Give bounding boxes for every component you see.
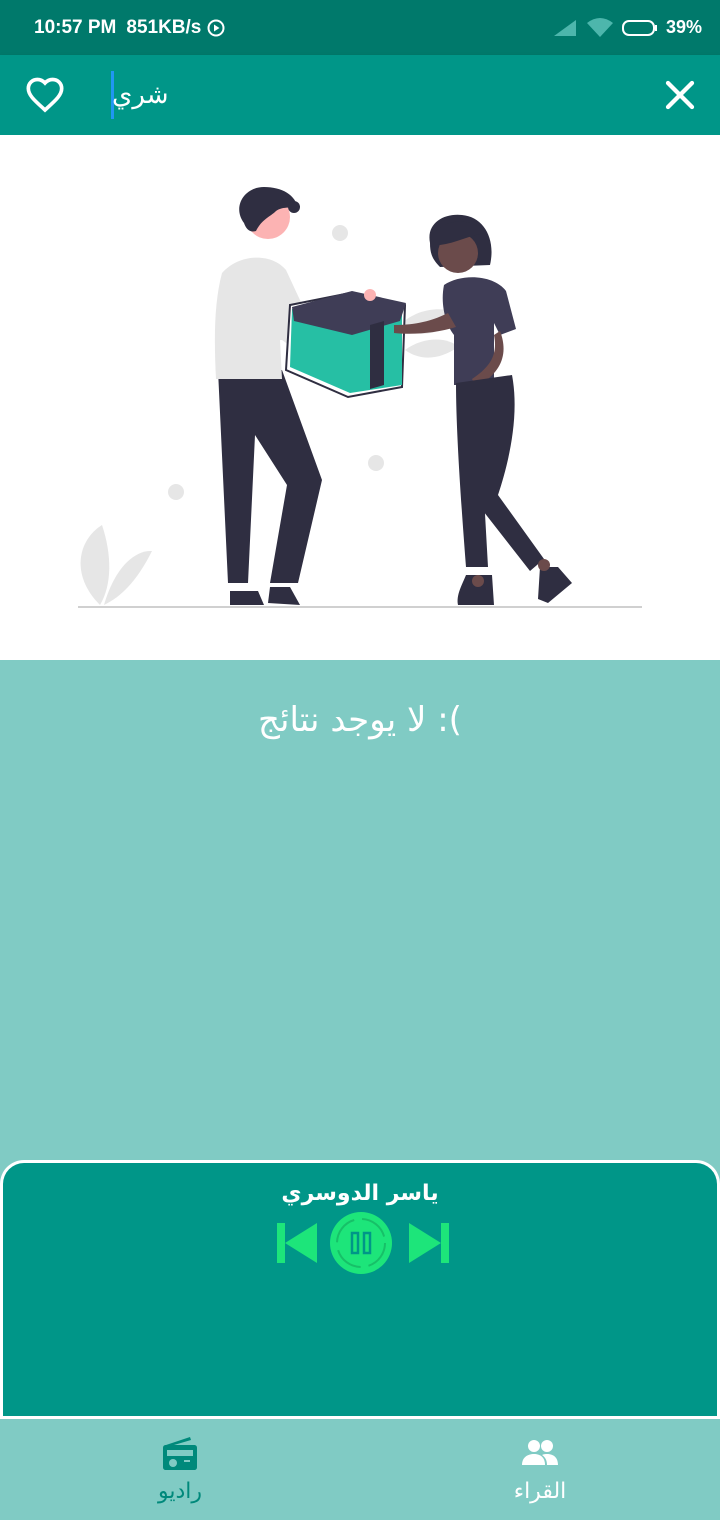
search-app-bar — [0, 55, 720, 135]
pause-icon[interactable] — [329, 1211, 393, 1275]
nav-label-readers: القراء — [513, 1479, 567, 1504]
media-playing-icon — [207, 19, 225, 36]
radio-icon — [163, 1437, 197, 1470]
heart-outline-icon[interactable] — [24, 75, 66, 115]
wifi-icon — [586, 17, 613, 37]
bottom-navigation: راديو القراء — [0, 1416, 720, 1520]
skip-previous-icon[interactable] — [277, 1221, 319, 1265]
signal-icon — [553, 19, 576, 36]
battery-percent: 39% — [665, 17, 702, 37]
reciter-name: ياسر الدوسري — [281, 1181, 439, 1206]
audio-player-card: ياسر الدوسري — [0, 1160, 720, 1418]
status-network-speed: 851KB/s — [126, 16, 202, 38]
gift-exchange-illustration — [78, 187, 642, 608]
nav-item-radio[interactable]: راديو — [0, 1419, 360, 1520]
skip-next-icon[interactable] — [407, 1221, 449, 1265]
empty-state-illustration — [0, 135, 720, 660]
search-input[interactable] — [112, 71, 632, 119]
close-icon[interactable] — [664, 79, 696, 111]
nav-item-readers[interactable]: القراء — [360, 1419, 720, 1520]
nav-label-radio: راديو — [157, 1479, 203, 1504]
status-bar: 10:57 PM 851KB/s 39% — [0, 0, 720, 55]
people-icon — [522, 1440, 558, 1465]
no-results-message: لا يوجد نتائج :( — [258, 700, 462, 740]
status-time: 10:57 PM — [34, 16, 117, 38]
battery-icon — [621, 19, 657, 36]
